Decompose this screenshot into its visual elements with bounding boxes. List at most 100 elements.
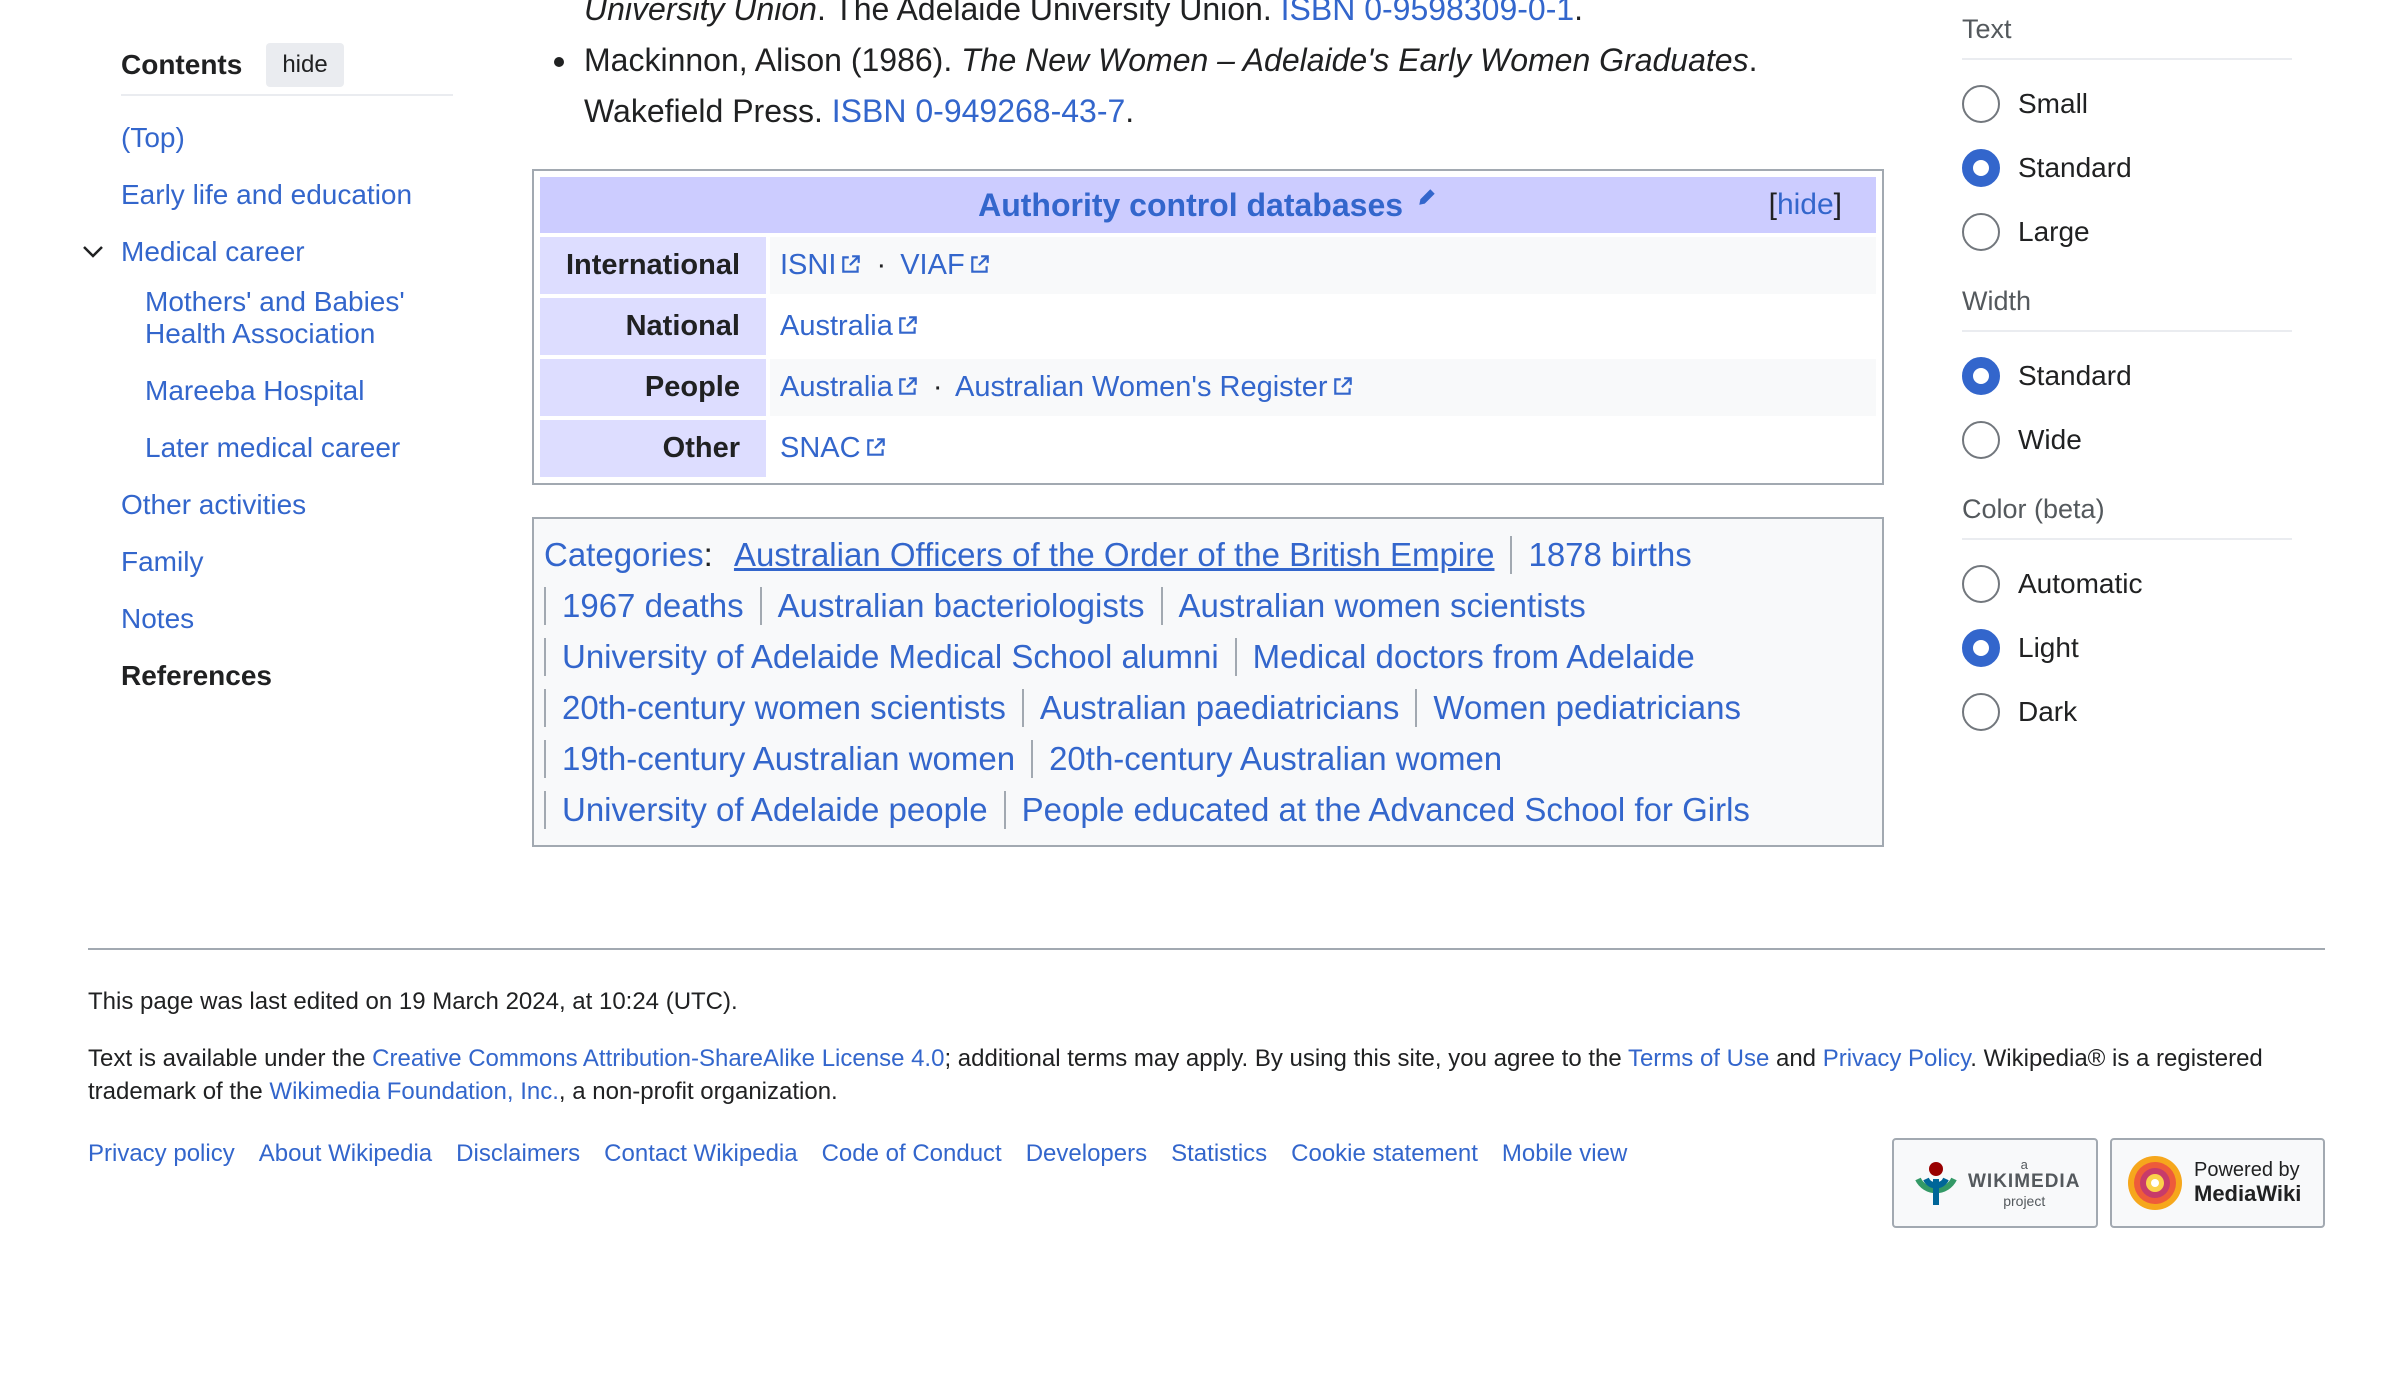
authority-label: People <box>540 359 766 416</box>
category-link[interactable]: 1967 deaths <box>544 587 760 625</box>
external-link-icon <box>970 255 989 273</box>
color-option-automatic[interactable]: Automatic <box>1962 552 2292 616</box>
category-link[interactable]: University of Adelaide Medical School al… <box>544 638 1235 676</box>
footer-link-statistics[interactable]: Statistics <box>1171 1140 1267 1168</box>
category-line: 20th-century women scientists Australian … <box>544 684 1872 735</box>
radio-button-selected[interactable] <box>1962 629 2000 667</box>
text-size-option-small[interactable]: Small <box>1962 72 2292 136</box>
authority-control-box: Authority control databases [hide] Inter… <box>532 169 1884 485</box>
category-link[interactable]: Women pediatricians <box>1415 689 1757 727</box>
authority-hide-toggle[interactable]: [hide] <box>1769 177 1842 233</box>
viaf-link[interactable]: VIAF <box>900 249 964 281</box>
isbn-link[interactable]: ISBN 0-9598309-0-1 <box>1281 0 1575 27</box>
toc-item-other-activities[interactable]: Other activities <box>121 489 453 521</box>
authority-row-other: Other SNAC <box>540 420 1876 477</box>
footer-link-cookie-statement[interactable]: Cookie statement <box>1291 1140 1478 1168</box>
reference-item: University Union. The Adelaide Universit… <box>584 0 1892 35</box>
external-link-icon <box>899 377 917 395</box>
australian-womens-register-link[interactable]: Australian Women's Register <box>955 371 1327 403</box>
toc-list: (Top) Early life and education Medical c… <box>83 122 453 692</box>
color-option-dark[interactable]: Dark <box>1962 680 2292 744</box>
category-link[interactable]: Australian bacteriologists <box>759 587 1161 625</box>
category-line: Categories: Australian Officers of the O… <box>544 531 1872 582</box>
australia-people-link[interactable]: Australia <box>780 371 893 403</box>
authority-control-title[interactable]: Authority control databases <box>978 187 1403 223</box>
toc-item-medical-career[interactable]: Medical career <box>83 236 453 268</box>
external-link-icon <box>866 438 885 456</box>
footer-link-privacy-policy[interactable]: Privacy policy <box>88 1140 235 1168</box>
toc-item-family[interactable]: Family <box>121 546 453 578</box>
category-line: 1967 deaths Australian bacteriologists Aus… <box>544 582 1872 633</box>
snac-link[interactable]: SNAC <box>780 432 861 464</box>
toc-item-mareeba-hospital[interactable]: Mareeba Hospital <box>121 375 453 407</box>
footer-link-code-of-conduct[interactable]: Code of Conduct <box>822 1140 1002 1168</box>
terms-of-use-link[interactable]: Terms of Use <box>1628 1045 1769 1072</box>
category-link[interactable]: 20th-century women scientists <box>544 689 1022 727</box>
category-link[interactable]: Australian women scientists <box>1160 587 1602 625</box>
toc-item-references[interactable]: References <box>121 660 453 692</box>
toc-item-early-life[interactable]: Early life and education <box>121 179 453 211</box>
reference-item: Mackinnon, Alison (1986). The New Women … <box>554 35 1892 137</box>
mediawiki-logo-icon <box>2128 1156 2182 1210</box>
category-link[interactable]: 20th-century Australian women <box>1031 740 1518 778</box>
license-info: Text is available under the Creative Com… <box>88 1045 2263 1105</box>
category-link[interactable]: University of Adelaide people <box>544 791 1004 829</box>
separator: · <box>932 371 943 403</box>
authority-label: Other <box>540 420 766 477</box>
toc-item-later-career[interactable]: Later medical career <box>121 432 453 464</box>
text-size-option-large[interactable]: Large <box>1962 200 2292 264</box>
authority-label: International <box>540 237 766 294</box>
toc-item-top[interactable]: (Top) <box>121 122 453 154</box>
category-link[interactable]: Medical doctors from Adelaide <box>1234 638 1711 676</box>
toc-item-mothers-babies[interactable]: Mothers' and Babies' Health Association <box>121 286 453 350</box>
wikimedia-project-badge[interactable]: a WIKIMEDIA project <box>1892 1138 2098 1228</box>
isni-link[interactable]: ISNI <box>780 249 836 281</box>
toc-hide-button[interactable]: hide <box>266 43 344 87</box>
category-link[interactable]: Australian paediatricians <box>1021 689 1416 727</box>
powered-by-mediawiki-badge[interactable]: Powered by MediaWiki <box>2110 1138 2325 1228</box>
color-option-light[interactable]: Light <box>1962 616 2292 680</box>
last-edited-info: This page was last edited on 19 March 20… <box>88 988 738 1015</box>
text-size-option-standard[interactable]: Standard <box>1962 136 2292 200</box>
pencil-icon[interactable] <box>1416 186 1438 208</box>
radio-button[interactable] <box>1962 213 2000 251</box>
cc-license-link[interactable]: Creative Commons Attribution-ShareAlike … <box>372 1045 944 1072</box>
text-size-heading: Text <box>1962 0 2292 60</box>
australia-national-link[interactable]: Australia <box>780 310 893 342</box>
privacy-policy-inline-link[interactable]: Privacy Policy <box>1823 1045 1971 1072</box>
footer-link-mobile-view[interactable]: Mobile view <box>1502 1140 1627 1168</box>
footer-link-disclaimers[interactable]: Disclaimers <box>456 1140 580 1168</box>
wikimedia-foundation-link[interactable]: Wikimedia Foundation, Inc. <box>269 1078 558 1105</box>
table-of-contents: Contents hide (Top) Early life and educa… <box>83 43 453 692</box>
radio-button[interactable] <box>1962 693 2000 731</box>
category-line: 19th-century Australian women 20th-centur… <box>544 735 1872 786</box>
toc-header: Contents hide <box>121 43 453 96</box>
toc-item-notes[interactable]: Notes <box>121 603 453 635</box>
footer-link-developers[interactable]: Developers <box>1026 1140 1147 1168</box>
width-option-standard[interactable]: Standard <box>1962 344 2292 408</box>
chevron-down-icon[interactable] <box>81 240 105 264</box>
radio-button-selected[interactable] <box>1962 149 2000 187</box>
references-list: University Union. The Adelaide Universit… <box>532 0 1892 137</box>
authority-row-national: National Australia <box>540 298 1876 355</box>
width-option-wide[interactable]: Wide <box>1962 408 2292 472</box>
isbn-link[interactable]: ISBN 0-949268-43-7 <box>832 93 1126 129</box>
categories-label-link[interactable]: Categories <box>544 536 704 573</box>
radio-button[interactable] <box>1962 421 2000 459</box>
footer-link-about[interactable]: About Wikipedia <box>259 1140 432 1168</box>
color-heading: Color (beta) <box>1962 480 2292 540</box>
authority-row-people: People Australia · Australian Women's Re… <box>540 359 1876 416</box>
authority-values: Australia <box>770 298 1876 355</box>
category-link[interactable]: 19th-century Australian women <box>544 740 1031 778</box>
radio-button-selected[interactable] <box>1962 357 2000 395</box>
category-link[interactable]: People educated at the Advanced School f… <box>1003 791 1766 829</box>
category-link[interactable]: 1878 births <box>1510 536 1707 574</box>
radio-button[interactable] <box>1962 85 2000 123</box>
category-link[interactable]: Australian Officers of the Order of the … <box>722 536 1511 574</box>
footer-link-contact[interactable]: Contact Wikipedia <box>604 1140 797 1168</box>
category-line: University of Adelaide people People educ… <box>544 786 1872 837</box>
wikimedia-logo-icon <box>1915 1162 1957 1205</box>
authority-label: National <box>540 298 766 355</box>
authority-control-header: Authority control databases [hide] <box>540 177 1876 233</box>
radio-button[interactable] <box>1962 565 2000 603</box>
